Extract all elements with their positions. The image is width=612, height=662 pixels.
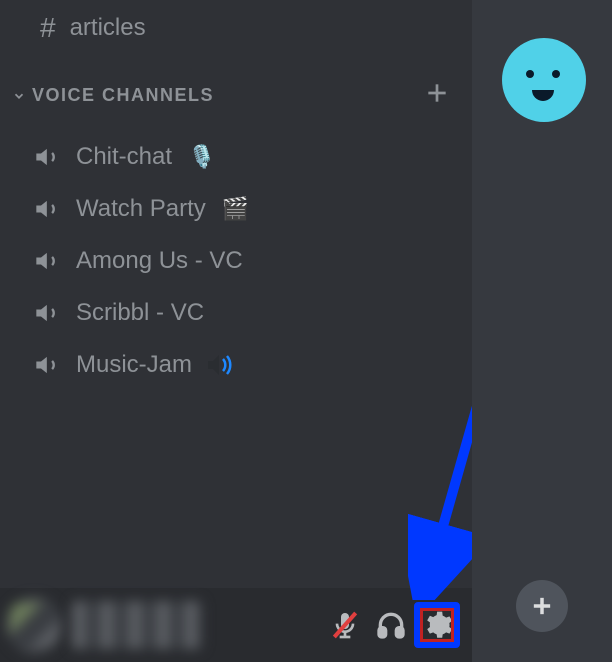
voice-channel-name: Chit-chat [76,143,172,171]
user-avatar[interactable] [6,597,62,653]
voice-channel-watch-party[interactable]: Watch Party 🎬 [0,183,472,235]
voice-channel-chit-chat[interactable]: Chit-chat 🎙️ [0,131,472,183]
text-channel-articles[interactable]: # articles [0,0,472,52]
emoji-clapper: 🎬 [222,196,249,222]
gear-icon [421,609,453,641]
channel-sidebar: # articles VOICE CHANNELS Chit-chat 🎙️ W… [0,0,472,662]
server-list [472,0,612,662]
headphones-icon [375,609,407,641]
voice-channels-category-header: VOICE CHANNELS [0,62,472,117]
user-settings-button[interactable] [414,602,460,648]
voice-channel-among-us[interactable]: Among Us - VC [0,235,472,287]
user-name-area[interactable] [72,601,202,649]
voice-channel-scribbl[interactable]: Scribbl - VC [0,287,472,339]
voice-channel-name: Scribbl - VC [76,299,204,327]
voice-channel-music-jam[interactable]: Music-Jam [0,339,472,391]
mute-button[interactable] [322,602,368,648]
chevron-down-icon [12,89,26,103]
add-channel-button[interactable] [424,80,450,111]
loudspeaker-on-icon [206,352,236,378]
speaker-icon [34,351,62,379]
voice-channel-name: Watch Party [76,195,206,223]
voice-channel-name: Among Us - VC [76,247,243,275]
plus-icon [424,80,450,106]
speaker-icon [34,299,62,327]
deafen-button[interactable] [368,602,414,648]
speaker-icon [34,195,62,223]
app-root: # articles VOICE CHANNELS Chit-chat 🎙️ W… [0,0,612,662]
hash-icon: # [40,12,56,44]
mic-muted-icon [329,609,361,641]
voice-channel-list: Chit-chat 🎙️ Watch Party 🎬 Among Us - VC… [0,117,472,391]
server-avatar[interactable] [502,38,586,122]
plus-icon [528,592,556,620]
voice-channels-toggle[interactable]: VOICE CHANNELS [12,85,214,106]
add-server-button[interactable] [516,580,568,632]
speaker-icon [34,143,62,171]
voice-channels-label: VOICE CHANNELS [32,85,214,106]
speaker-icon [34,247,62,275]
emoji-mic: 🎙️ [188,144,215,170]
user-panel [0,588,472,662]
voice-channel-name: Music-Jam [76,351,192,379]
text-channel-name: articles [70,14,146,42]
